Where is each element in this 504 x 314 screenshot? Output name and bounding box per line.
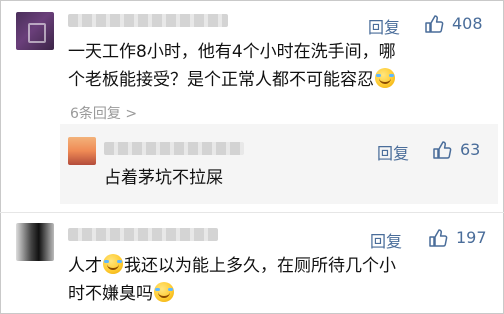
reply-button[interactable]: 回复 [377,140,409,164]
like-count: 197 [456,228,487,247]
comment-line-text: 个老板能接受？是个正常人都不可能容忍 [68,70,374,90]
thumbs-up-icon[interactable] [428,228,448,248]
like-count: 408 [452,14,483,33]
comment-line: 人才 我还以为能上多久，在厕所待几个小 [68,252,396,280]
comment-line-text: 人才 [68,256,102,276]
more-replies-link[interactable]: 6条回复 > [70,103,137,123]
username-blurred[interactable] [104,142,244,155]
avatar[interactable] [16,12,54,50]
comment-line-text: 我还以为能上多久，在厕所待几个小 [124,256,396,276]
thumbs-up-icon[interactable] [432,140,452,160]
comment-text: 占着茅坑不拉屎 [104,168,223,188]
comment-line: 一天工作8小时，他有4个小时在洗手间，哪 [68,42,396,62]
reply-button[interactable]: 回复 [370,228,402,252]
avatar[interactable] [16,223,54,261]
comment-text: 人才 我还以为能上多久，在厕所待几个小 时不嫌臭吗 [68,252,396,308]
comment-line: 个老板能接受？是个正常人都不可能容忍 [68,66,396,94]
laughing-tears-emoji-icon [154,282,174,302]
username-blurred[interactable] [68,228,218,241]
divider [0,212,504,213]
comment-text: 一天工作8小时，他有4个小时在洗手间，哪 个老板能接受？是个正常人都不可能容忍 [68,38,396,94]
avatar[interactable] [68,137,96,165]
laughing-tears-emoji-icon [103,254,123,274]
like-count: 63 [460,140,481,159]
reply-button[interactable]: 回复 [368,14,400,38]
thumbs-up-icon[interactable] [424,14,444,34]
comment-line: 时不嫌臭吗 [68,280,396,308]
username-blurred[interactable] [68,14,228,27]
laughing-tears-emoji-icon [375,68,395,88]
comment-line-text: 时不嫌臭吗 [68,284,153,304]
